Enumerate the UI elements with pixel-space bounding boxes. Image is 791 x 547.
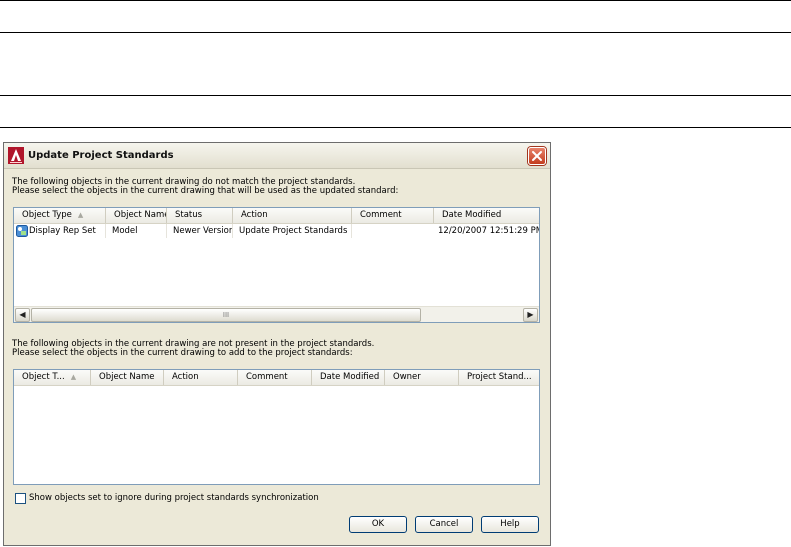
new-objects-table[interactable]: Object T... ▲ Object Name Action Comment …: [13, 369, 540, 485]
close-icon: [532, 151, 542, 161]
cancel-button[interactable]: Cancel: [415, 516, 473, 533]
column-header-object-name[interactable]: Object Name: [106, 208, 167, 223]
column-header-comment[interactable]: Comment: [352, 208, 434, 223]
scrollbar-thumb[interactable]: III: [31, 308, 421, 322]
column-header-comment[interactable]: Comment: [238, 370, 312, 385]
column-header-date-modified[interactable]: Date Modified: [312, 370, 385, 385]
display-rep-set-icon: [16, 224, 28, 237]
update-project-standards-dialog: Update Project Standards The following o…: [3, 142, 551, 546]
cell-action[interactable]: Update Project Standards: [233, 224, 352, 238]
column-header-action[interactable]: Action: [164, 370, 238, 385]
close-button[interactable]: [528, 147, 546, 165]
horizontal-scrollbar[interactable]: ◀ III ▶: [14, 306, 539, 322]
sort-ascending-icon: ▲: [77, 211, 84, 219]
column-header-status[interactable]: Status: [167, 208, 233, 223]
dialog-title: Update Project Standards: [28, 150, 174, 161]
column-header-project-standards[interactable]: Project Stand...: [459, 370, 539, 385]
cell-status: Newer Version: [167, 224, 233, 238]
column-header-object-type[interactable]: Object Type ▲: [14, 208, 106, 223]
table-header: Object T... ▲ Object Name Action Comment …: [14, 370, 539, 386]
instructions-bottom-line2: Please select the objects in the current…: [12, 348, 353, 358]
title-bar[interactable]: Update Project Standards: [4, 143, 550, 169]
rule-3: [0, 95, 791, 96]
column-header-object-type[interactable]: Object T... ▲: [14, 370, 91, 385]
column-header-owner[interactable]: Owner: [385, 370, 459, 385]
cell-object-name: Model: [106, 224, 167, 238]
column-header-date-modified[interactable]: Date Modified: [434, 208, 539, 223]
sort-ascending-icon: ▲: [70, 373, 77, 381]
cell-text: Display Rep Set: [29, 226, 96, 236]
column-header-object-name[interactable]: Object Name: [91, 370, 164, 385]
show-ignored-objects-checkbox[interactable]: [15, 493, 26, 504]
instructions-top-line2: Please select the objects in the current…: [12, 186, 399, 196]
scroll-right-button[interactable]: ▶: [523, 308, 538, 322]
rule-4: [0, 127, 791, 128]
chevron-left-icon: ◀: [19, 310, 26, 319]
table-row[interactable]: Display Rep Set Model Newer Version Upda…: [14, 224, 539, 238]
rule-2: [0, 32, 791, 33]
cell-object-type: Display Rep Set: [14, 224, 106, 238]
top-rule: [0, 0, 791, 1]
show-ignored-objects-label[interactable]: Show objects set to ignore during projec…: [29, 493, 319, 504]
mismatched-objects-table[interactable]: Object Type ▲ Object Name Status Action C…: [13, 207, 540, 323]
ok-button[interactable]: OK: [349, 516, 407, 533]
table-header: Object Type ▲ Object Name Status Action C…: [14, 208, 539, 224]
cell-date-modified: 12/20/2007 12:51:29 PM: [438, 226, 540, 236]
column-label: Object Type: [22, 210, 72, 220]
autocad-app-icon: [8, 147, 24, 164]
chevron-right-icon: ▶: [527, 310, 534, 319]
column-label: Object T...: [22, 372, 65, 382]
scroll-left-button[interactable]: ◀: [15, 308, 30, 322]
help-button[interactable]: Help: [481, 516, 539, 533]
column-header-action[interactable]: Action: [233, 208, 352, 223]
